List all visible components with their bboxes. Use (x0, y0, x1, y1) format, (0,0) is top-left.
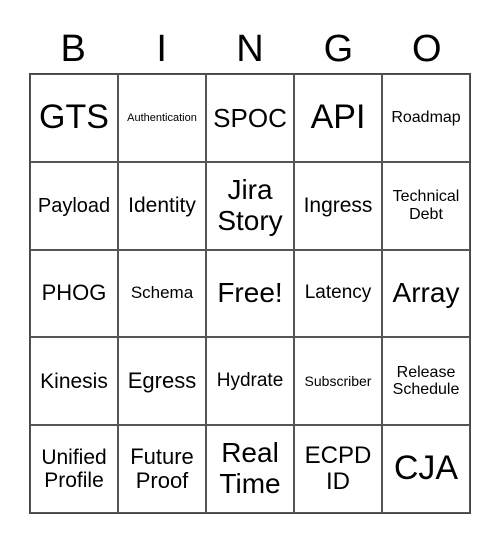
bingo-cell[interactable]: API (294, 74, 382, 162)
bingo-cell[interactable]: Array (382, 249, 470, 338)
bingo-cell[interactable]: Hydrate (206, 337, 294, 426)
header-letter-o: O (412, 28, 442, 70)
free-space-cell[interactable]: Free! (206, 249, 294, 338)
bingo-cell[interactable]: PHOG (30, 249, 118, 338)
header-letter-g: G (323, 28, 354, 70)
bingo-cell[interactable]: Egress (118, 337, 206, 426)
bingo-cell[interactable]: Identity (118, 161, 206, 250)
bingo-cell[interactable]: GTS (30, 74, 118, 162)
bingo-cell[interactable]: Subscriber (294, 337, 382, 426)
bingo-cell[interactable]: Release Schedule (382, 337, 470, 426)
header-letter-i: I (156, 28, 167, 70)
bingo-cell[interactable]: Kinesis (30, 337, 118, 426)
bingo-cell[interactable]: Roadmap (382, 74, 470, 162)
bingo-cell[interactable]: CJA (382, 425, 470, 513)
bingo-cell[interactable]: Future Proof (118, 425, 206, 513)
bingo-cell[interactable]: Real Time (206, 425, 294, 513)
bingo-cell[interactable]: Technical Debt (382, 161, 470, 250)
bingo-cell[interactable]: Schema (118, 249, 206, 338)
header-letter-b: B (60, 28, 86, 70)
bingo-cell[interactable]: SPOC (206, 74, 294, 162)
bingo-cell[interactable]: Unified Profile (30, 425, 118, 513)
bingo-cell[interactable]: Authentication (118, 74, 206, 162)
header-letter-n: N (236, 28, 264, 70)
bingo-card-grid: GTS Authentication SPOC API Roadmap Payload Id… (29, 73, 471, 514)
bingo-cell[interactable]: Ingress (294, 161, 382, 250)
bingo-cell[interactable]: ECPD ID (294, 425, 382, 513)
bingo-cell[interactable]: Latency (294, 249, 382, 338)
bingo-header: B I N G O (29, 24, 471, 74)
bingo-cell[interactable]: Jira Story (206, 161, 294, 250)
bingo-cell[interactable]: Payload (30, 161, 118, 250)
